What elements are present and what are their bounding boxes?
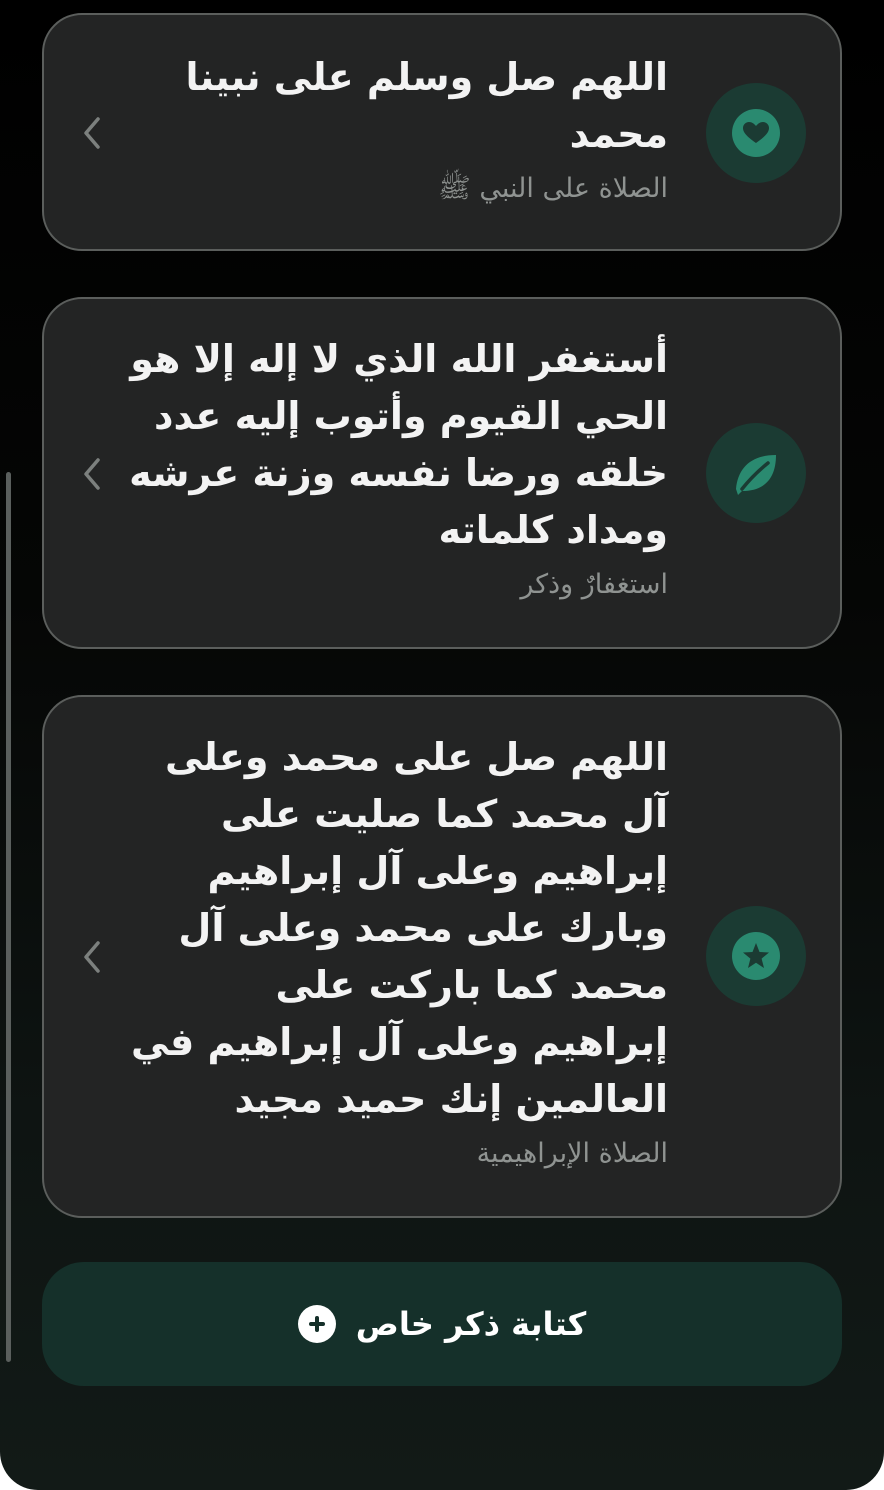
add-custom-dhikr-button[interactable]: كتابة ذكر خاص [42, 1262, 842, 1386]
dhikr-category-label: الصلاة على النبي ﷺ [438, 173, 668, 204]
scrollbar[interactable] [6, 472, 11, 1362]
dhikr-icon-badge [706, 906, 806, 1006]
dhikr-content: اللهم صل على محمد وعلى آل محمد كما صليت … [128, 729, 668, 1172]
star-icon [732, 932, 780, 980]
chevron-left-icon [84, 941, 100, 973]
dhikr-card[interactable]: أستغفر الله الذي لا إله إلا هو الحي القي… [42, 297, 842, 649]
dhikr-icon-badge [706, 83, 806, 183]
chevron-left-icon [84, 117, 100, 149]
chevron-left-icon [84, 458, 100, 490]
dhikr-text: اللهم صل على محمد وعلى آل محمد كما صليت … [130, 735, 668, 1121]
dhikr-text: أستغفر الله الذي لا إله إلا هو الحي القي… [129, 337, 668, 552]
dhikr-content: اللهم صل وسلم على نبينا محمد الصلاة على … [128, 49, 668, 207]
app-screen: اللهم صل وسلم على نبينا محمد الصلاة على … [0, 0, 884, 1490]
dhikr-content: أستغفر الله الذي لا إله إلا هو الحي القي… [128, 331, 668, 603]
leaf-icon [736, 455, 776, 495]
dhikr-category-label: الصلاة الإبراهيمية [476, 1138, 668, 1169]
heart-icon [732, 109, 780, 157]
dhikr-icon-badge [706, 423, 806, 523]
plus-icon [297, 1305, 336, 1343]
dhikr-card[interactable]: اللهم صل وسلم على نبينا محمد الصلاة على … [42, 13, 842, 251]
dhikr-category-label: استغفارٌ وذكر [520, 569, 668, 600]
dhikr-text: اللهم صل وسلم على نبينا محمد [185, 55, 668, 156]
add-custom-dhikr-label: كتابة ذكر خاص [355, 1305, 587, 1343]
dhikr-card[interactable]: اللهم صل على محمد وعلى آل محمد كما صليت … [42, 695, 842, 1218]
